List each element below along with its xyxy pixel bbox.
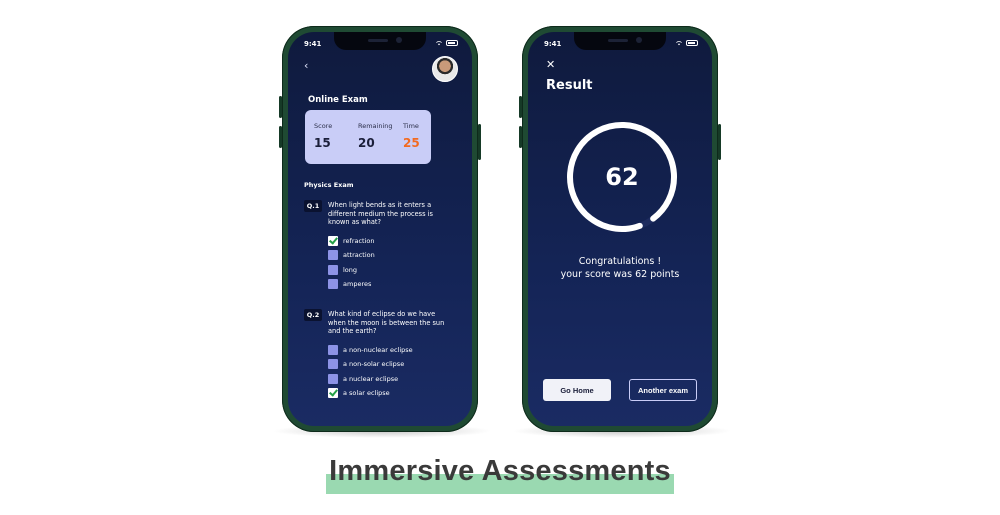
checkbox[interactable] [328, 264, 338, 275]
checkbox[interactable] [328, 278, 338, 289]
back-icon[interactable]: ‹ [304, 59, 308, 72]
wifi-icon [436, 41, 442, 46]
power-button [478, 124, 481, 160]
result-screen: 9:41 ✕ Result 62 Congratulations ! your … [528, 32, 712, 426]
volume-button [279, 96, 282, 118]
avatar[interactable] [432, 56, 458, 82]
another-exam-button[interactable]: Another exam [629, 379, 697, 401]
option-amperes[interactable]: amperes [328, 278, 371, 289]
remaining-value: 20 [358, 136, 375, 150]
status-icons [435, 40, 458, 46]
time-stat: Time 25 [403, 122, 420, 150]
go-home-button[interactable]: Go Home [543, 379, 611, 401]
remaining-stat: Remaining 20 [358, 122, 393, 150]
phone-exam: 9:41 ‹ Online Exam Score 15 Remaining 20… [279, 26, 481, 432]
option-refraction[interactable]: refraction [328, 235, 375, 246]
option-nuclear[interactable]: a nuclear eclipse [328, 373, 398, 384]
status-time: 9:41 [544, 40, 562, 48]
option-label: a solar eclipse [343, 388, 390, 397]
score-value: 62 [605, 163, 639, 191]
congratulations-text: Congratulations ! your score was 62 poin… [528, 255, 712, 281]
option-label: refraction [343, 236, 375, 245]
option-label: a nuclear eclipse [343, 374, 399, 383]
option-long[interactable]: long [328, 264, 357, 275]
option-label: a non-nuclear eclipse [343, 345, 413, 354]
checkbox[interactable] [328, 249, 338, 260]
wifi-icon [676, 41, 682, 46]
battery-icon [446, 40, 458, 46]
result-title: Result [546, 78, 593, 93]
question-number: Q.2 [304, 309, 322, 321]
question-number: Q.1 [304, 200, 322, 212]
status-time: 9:41 [304, 40, 322, 48]
checkbox[interactable] [328, 358, 338, 369]
power-button [718, 124, 721, 160]
battery-icon [686, 40, 698, 46]
time-value: 25 [403, 136, 420, 150]
volume-button [519, 96, 522, 118]
score-stat: Score 15 [314, 122, 332, 150]
volume-button [279, 126, 282, 148]
option-non-solar[interactable]: a non-solar eclipse [328, 358, 404, 369]
remaining-label: Remaining [358, 122, 393, 130]
checkbox[interactable] [328, 373, 338, 384]
option-attraction[interactable]: attraction [328, 249, 375, 260]
congrats-line-1: Congratulations ! [578, 256, 662, 267]
score-value: 15 [314, 136, 331, 150]
caption-title: Immersive Assessments [329, 455, 671, 487]
notch [574, 32, 666, 50]
congrats-line-2: your score was 62 points [560, 269, 680, 280]
section-title: Physics Exam [304, 181, 354, 189]
option-non-nuclear[interactable]: a non-nuclear eclipse [328, 344, 413, 355]
status-icons [675, 40, 698, 46]
time-label: Time [403, 122, 419, 130]
notch [334, 32, 426, 50]
option-solar[interactable]: a solar eclipse [328, 387, 390, 398]
checkbox[interactable] [328, 344, 338, 355]
score-card: Score 15 Remaining 20 Time 25 [305, 110, 431, 164]
question-text: What kind of eclipse do we have when the… [328, 310, 445, 336]
checkbox-checked[interactable] [328, 235, 338, 246]
exam-title: Online Exam [308, 95, 368, 105]
option-label: a non-solar eclipse [343, 359, 405, 368]
score-label: Score [314, 122, 333, 130]
volume-button [519, 126, 522, 148]
phone-result: 9:41 ✕ Result 62 Congratulations ! your … [519, 26, 721, 432]
option-label: attraction [343, 250, 375, 259]
option-label: long [343, 265, 358, 274]
exam-screen: 9:41 ‹ Online Exam Score 15 Remaining 20… [288, 32, 472, 426]
option-label: amperes [343, 279, 372, 288]
close-icon[interactable]: ✕ [546, 58, 555, 71]
question-text: When light bends as it enters a differen… [328, 201, 433, 227]
checkbox-checked[interactable] [328, 387, 338, 398]
